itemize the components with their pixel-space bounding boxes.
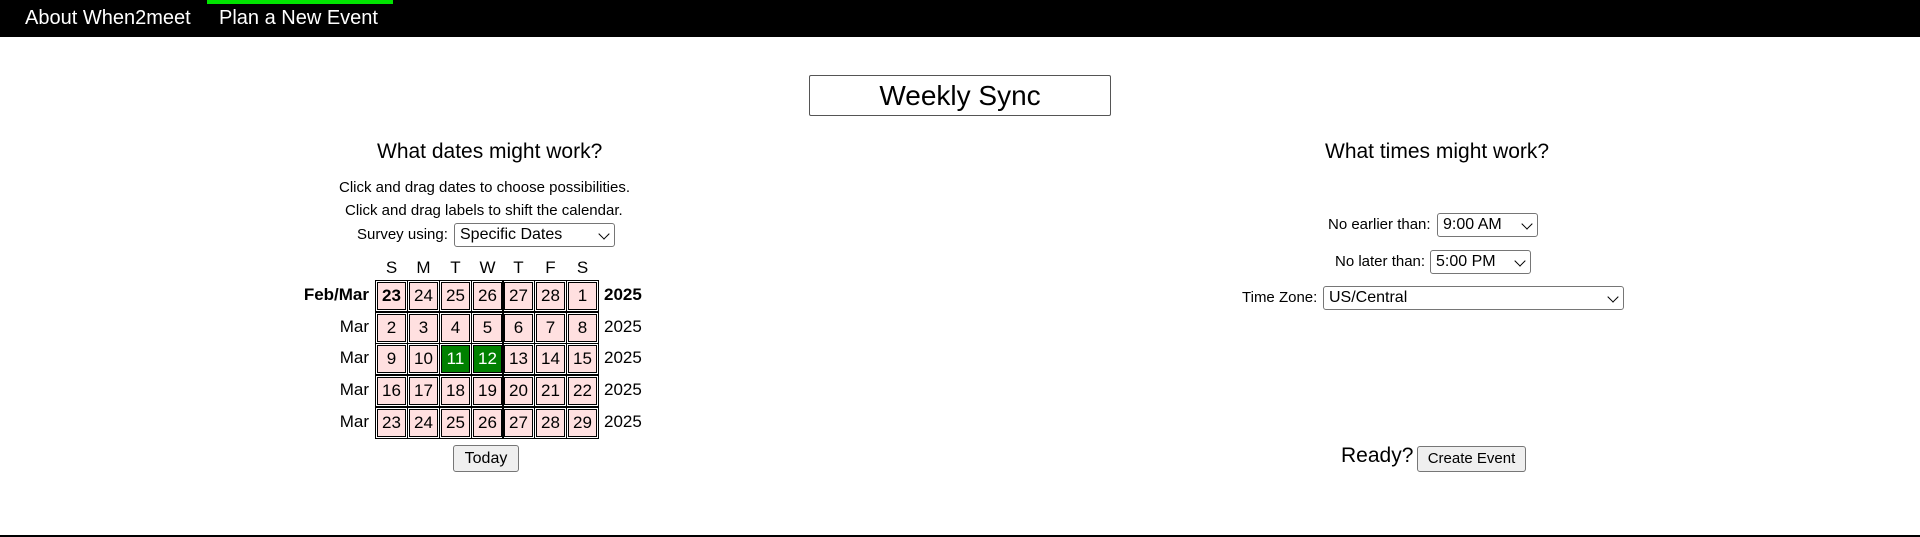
calendar-month-label[interactable]: Mar xyxy=(249,348,369,368)
today-button[interactable]: Today xyxy=(453,445,519,472)
calendar-date-cell[interactable]: 29 xyxy=(566,407,599,439)
dates-instruction-1: Click and drag dates to choose possibili… xyxy=(339,179,630,196)
calendar-date-cell[interactable]: 4 xyxy=(439,312,472,344)
survey-using-label: Survey using: xyxy=(357,226,448,243)
calendar-date-cell[interactable]: 27 xyxy=(502,407,535,439)
calendar-date-cell[interactable]: 23 xyxy=(375,407,408,439)
calendar-date-cell[interactable]: 16 xyxy=(375,375,408,407)
day-of-week-header: M xyxy=(416,258,431,277)
no-later-label: No later than: xyxy=(1335,253,1426,270)
time-zone-label: Time Zone: xyxy=(1242,289,1318,306)
calendar-date-cell[interactable]: 6 xyxy=(502,312,535,344)
calendar-date-cell[interactable]: 24 xyxy=(407,280,440,312)
calendar-date-cell[interactable]: 1 xyxy=(566,280,599,312)
nav-plan-event-link[interactable]: Plan a New Event xyxy=(207,0,390,37)
dates-instruction-2: Click and drag labels to shift the calen… xyxy=(345,202,623,219)
no-later-select[interactable]: 5:00 PM xyxy=(1430,250,1531,274)
calendar-date-cell[interactable]: 2 xyxy=(375,312,408,344)
calendar-date-cell[interactable]: 25 xyxy=(439,280,472,312)
day-of-week-header: F xyxy=(545,258,556,277)
calendar-date-cell[interactable]: 17 xyxy=(407,375,440,407)
calendar-date-cell[interactable]: 12 xyxy=(471,343,504,375)
survey-type-select[interactable]: Specific Dates xyxy=(454,223,615,247)
calendar-date-cell[interactable]: 19 xyxy=(471,375,504,407)
calendar-date-cell[interactable]: 8 xyxy=(566,312,599,344)
calendar-date-cell[interactable]: 11 xyxy=(439,343,472,375)
chevron-down-icon xyxy=(1514,255,1526,267)
calendar-date-cell[interactable]: 9 xyxy=(375,343,408,375)
top-nav-bar: About When2meet Plan a New Event xyxy=(0,0,1920,37)
calendar-month-label[interactable]: Mar xyxy=(249,412,369,432)
calendar-date-cell[interactable]: 28 xyxy=(534,280,567,312)
dates-heading: What dates might work? xyxy=(377,140,603,163)
ready-label: Ready? xyxy=(1341,444,1414,467)
day-of-week-header: T xyxy=(450,258,461,277)
event-name-input[interactable] xyxy=(809,75,1111,116)
chevron-down-icon xyxy=(598,228,610,240)
calendar-date-cell[interactable]: 23 xyxy=(375,280,408,312)
calendar-year-label[interactable]: 2025 xyxy=(604,348,642,368)
create-event-button[interactable]: Create Event xyxy=(1417,446,1526,472)
calendar-month-label[interactable]: Mar xyxy=(249,317,369,337)
calendar-date-cell[interactable]: 22 xyxy=(566,375,599,407)
time-zone-select[interactable]: US/Central xyxy=(1323,286,1624,310)
calendar-date-cell[interactable]: 21 xyxy=(534,375,567,407)
calendar-date-cell[interactable]: 15 xyxy=(566,343,599,375)
calendar-date-cell[interactable]: 5 xyxy=(471,312,504,344)
calendar-date-cell[interactable]: 20 xyxy=(502,375,535,407)
calendar-date-cell[interactable]: 25 xyxy=(439,407,472,439)
calendar-date-cell[interactable]: 14 xyxy=(534,343,567,375)
chevron-down-icon xyxy=(1521,218,1533,230)
chevron-down-icon xyxy=(1607,291,1619,303)
day-of-week-header: T xyxy=(513,258,524,277)
calendar-date-cell[interactable]: 28 xyxy=(534,407,567,439)
calendar-year-label[interactable]: 2025 xyxy=(604,317,642,337)
times-heading: What times might work? xyxy=(1325,140,1550,163)
calendar-date-cell[interactable]: 24 xyxy=(407,407,440,439)
calendar-month-label[interactable]: Feb/Mar xyxy=(249,285,369,305)
calendar-month-label[interactable]: Mar xyxy=(249,380,369,400)
calendar-date-cell[interactable]: 10 xyxy=(407,343,440,375)
calendar-date-cell[interactable]: 7 xyxy=(534,312,567,344)
calendar-date-cell[interactable]: 27 xyxy=(502,280,535,312)
no-earlier-select[interactable]: 9:00 AM xyxy=(1437,213,1538,237)
time-zone-value: US/Central xyxy=(1329,289,1408,306)
calendar-year-label[interactable]: 2025 xyxy=(604,412,642,432)
no-earlier-label: No earlier than: xyxy=(1328,216,1431,233)
calendar-date-cell[interactable]: 13 xyxy=(502,343,535,375)
calendar-date-cell[interactable]: 18 xyxy=(439,375,472,407)
calendar-year-label[interactable]: 2025 xyxy=(604,285,642,305)
calendar-year-label[interactable]: 2025 xyxy=(604,380,642,400)
calendar-date-cell[interactable]: 26 xyxy=(471,280,504,312)
day-of-week-header: S xyxy=(576,258,589,277)
no-later-value: 5:00 PM xyxy=(1436,253,1496,270)
day-of-week-header: W xyxy=(479,258,496,277)
day-of-week-header: S xyxy=(385,258,398,277)
survey-type-value: Specific Dates xyxy=(460,226,563,243)
nav-about-link[interactable]: About When2meet xyxy=(13,0,203,37)
no-earlier-value: 9:00 AM xyxy=(1443,216,1502,233)
calendar-date-cell[interactable]: 26 xyxy=(471,407,504,439)
calendar-date-cell[interactable]: 3 xyxy=(407,312,440,344)
